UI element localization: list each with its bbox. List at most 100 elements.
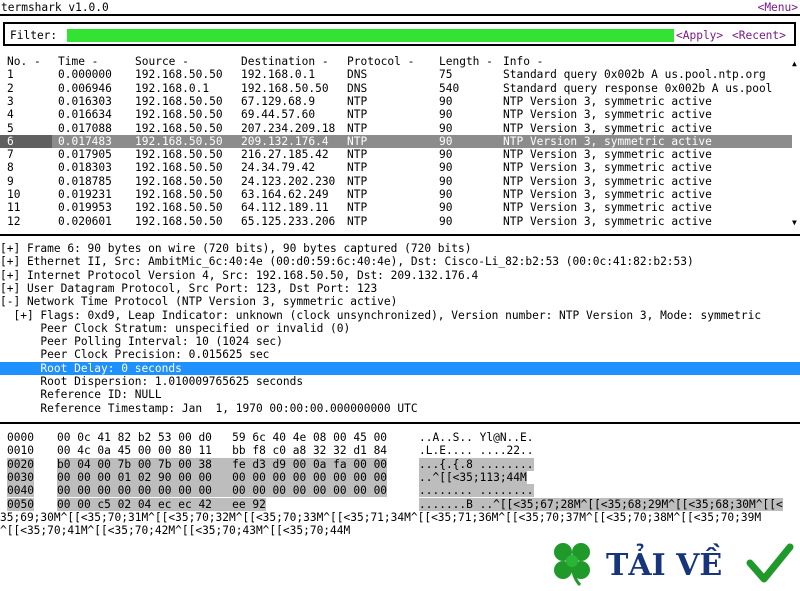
packet-cell: 0.017905 xyxy=(58,148,112,162)
menu-button[interactable]: <Menu> xyxy=(758,1,798,14)
column-header[interactable]: No. - xyxy=(0,55,52,68)
terminal-garbage-line: ^[[<35;70;41M^[[<35;70;42M^[[<35;70;43M^… xyxy=(0,524,351,538)
packet-cell: 12 xyxy=(7,214,21,228)
packet-cell: 192.168.50.50 xyxy=(135,108,223,122)
hex-offset: 0050 xyxy=(7,497,34,511)
apply-button[interactable]: <Apply> xyxy=(676,29,723,42)
packet-cell: 0.017483 xyxy=(58,134,112,148)
hex-bytes[interactable]: 00 00 00 00 00 00 00 00 00 00 00 00 00 0… xyxy=(57,484,388,498)
detail-tree-item[interactable]: [+] Flags: 0xd9, Leap Indicator: unknown… xyxy=(0,309,800,322)
packet-row[interactable]: 11 0.019953 192.168.50.50 64.112.189.11 NTP 9… xyxy=(0,201,792,214)
detail-tree-item[interactable]: Peer Clock Precision: 0.015625 sec xyxy=(0,348,800,361)
hex-offset: 0030 xyxy=(7,470,34,485)
hex-ascii[interactable]: ..A..S.. Yl@N..E. xyxy=(419,431,534,444)
scroll-down-icon[interactable]: ▼ xyxy=(792,216,797,229)
detail-tree-item[interactable]: [+] Internet Protocol Version 4, Src: 19… xyxy=(0,269,800,282)
packet-row[interactable]: 9 0.018785 192.168.50.50 24.123.202.230 NTP 9… xyxy=(0,175,792,188)
hex-bytes[interactable]: 00 4c 0a 45 00 00 80 11 bb f8 c0 a8 32 3… xyxy=(57,444,387,457)
packet-cell: NTP xyxy=(347,94,368,108)
packet-cell: NTP Version 3, symmetric active xyxy=(503,214,712,228)
packet-cell: 90 xyxy=(439,214,453,228)
packet-cell: 10 xyxy=(7,188,21,201)
hex-bytes[interactable]: 00 0c 41 82 b2 53 00 d0 59 6c 40 4e 08 0… xyxy=(57,431,387,444)
detail-tree-item[interactable]: [+] Ethernet II, Src: AmbitMic_6c:40:4e … xyxy=(0,255,800,268)
packet-cell: NTP Version 3, symmetric active xyxy=(503,174,712,188)
packet-cell: 540 xyxy=(439,81,460,95)
packet-row[interactable]: 7 0.017905 192.168.50.50 216.27.185.42 NTP 90… xyxy=(0,148,792,161)
detail-tree-item[interactable]: [-] Network Time Protocol (NTP Version 3… xyxy=(0,295,800,308)
packet-cell: 1 xyxy=(7,68,14,82)
app-title: termshark v1.0.0 xyxy=(1,1,109,14)
logo-graphic: TẢI VỀ xyxy=(554,543,794,587)
packet-row[interactable]: 3 0.016303 192.168.50.50 67.129.68.9 NTP 90 NT… xyxy=(0,95,792,108)
column-header[interactable]: Destination - xyxy=(241,55,329,68)
hex-ascii[interactable]: ...{.{.8 ........ xyxy=(419,457,534,471)
packet-cell: 90 xyxy=(439,134,453,148)
terminal-garbage-line: 35;69;30M^[[<35;70;31M^[[<35;70;32M^[[<3… xyxy=(0,510,762,524)
column-header[interactable]: Time - xyxy=(58,55,98,68)
hex-bytes[interactable]: 00 00 c5 02 04 ec ec 42 ee 92 xyxy=(57,497,266,511)
packet-cell: 90 xyxy=(439,148,453,162)
hex-bytes[interactable]: b0 04 00 7b 00 7b 00 38 fe d3 d9 00 0a f… xyxy=(57,457,388,471)
packet-cell: 63.164.62.249 xyxy=(241,188,329,201)
packet-cell: NTP Version 3, symmetric active xyxy=(503,108,712,122)
packet-row[interactable]: 8 0.018303 192.168.50.50 24.34.79.42 NTP 90 NT… xyxy=(0,161,792,174)
detail-tree-item[interactable]: [+] User Datagram Protocol, Src Port: 12… xyxy=(0,282,800,295)
packet-cell: 5 xyxy=(7,121,14,135)
packet-cell: NTP xyxy=(347,134,368,148)
logo-text: TẢI VỀ xyxy=(606,543,722,583)
packet-cell: 192.168.50.50 xyxy=(135,188,223,201)
packet-cell: 192.168.50.50 xyxy=(135,94,223,108)
detail-tree-item[interactable]: Peer Polling Interval: 10 (1024 sec) xyxy=(0,335,800,348)
packet-cell: 24.123.202.230 xyxy=(241,174,336,188)
packet-cell: NTP xyxy=(347,121,368,135)
packet-cell: 0.020601 xyxy=(58,214,112,228)
packet-cell: 67.129.68.9 xyxy=(241,94,316,108)
packet-row[interactable]: 2 0.006946 192.168.0.1 192.168.50.50 DNS 540 S… xyxy=(0,82,792,95)
packet-row[interactable]: 1 0.000000 192.168.50.50 192.168.0.1 DNS 75 St… xyxy=(0,68,792,81)
packet-cell: 75 xyxy=(439,68,453,82)
filter-input[interactable] xyxy=(67,29,674,42)
detail-tree-item[interactable]: Peer Clock Stratum: unspecified or inval… xyxy=(0,322,800,335)
column-header[interactable]: Info - xyxy=(503,55,543,68)
recent-button[interactable]: <Recent> xyxy=(732,29,786,42)
column-header[interactable]: Length - xyxy=(439,55,493,68)
packet-cell: DNS xyxy=(347,68,368,82)
hex-ascii[interactable]: .......B ..^[[<35;67;28M^[[<35;68;29M^[[… xyxy=(419,497,783,511)
packet-row[interactable]: 4 0.016634 192.168.50.50 69.44.57.60 NTP 90 NT… xyxy=(0,108,792,121)
packet-cell: 7 xyxy=(7,148,14,162)
packet-row[interactable]: 5 0.017088 192.168.50.50 207.234.209.18 NTP 9… xyxy=(0,122,792,135)
packet-cell: Standard query response 0x002b A us.pool xyxy=(503,81,773,95)
packet-row[interactable]: 10 0.019231 192.168.50.50 63.164.62.249 NTP 9… xyxy=(0,188,792,201)
column-header[interactable]: Source - xyxy=(135,55,189,68)
packet-row[interactable]: 6 0.017483 192.168.50.50 209.132.176.4 NTP 90… xyxy=(0,134,792,149)
hex-bytes[interactable]: 00 00 00 01 02 90 00 00 00 00 00 00 00 0… xyxy=(57,470,388,485)
scroll-up-icon[interactable]: ▲ xyxy=(792,57,797,70)
hex-ascii[interactable]: ........ ........ xyxy=(419,484,534,498)
packet-cell: 65.125.233.206 xyxy=(241,214,336,228)
packet-cell: 192.168.0.1 xyxy=(135,81,210,95)
packet-cell: 192.168.50.50 xyxy=(135,201,223,215)
packet-cell: 90 xyxy=(439,161,453,175)
detail-tree-item[interactable]: Reference Timestamp: Jan 1, 1970 00:00:0… xyxy=(0,402,800,415)
packet-cell: 192.168.0.1 xyxy=(241,68,316,82)
packet-cell: 90 xyxy=(439,201,453,215)
detail-tree-item[interactable]: Root Dispersion: 1.010009765625 seconds xyxy=(0,375,800,388)
packet-cell: NTP Version 3, symmetric active xyxy=(503,201,712,215)
hex-offset: 0010 xyxy=(7,444,34,458)
title-bar: termshark v1.0.0 <Menu> xyxy=(0,0,800,14)
hex-ascii[interactable]: ..^[[<35;113;44M xyxy=(419,470,527,485)
packet-cell: 0.018303 xyxy=(58,161,112,175)
packet-cell: NTP xyxy=(347,188,368,201)
hex-ascii[interactable]: .L.E.... ....22.. xyxy=(419,444,534,457)
packet-cell: 2 xyxy=(7,81,14,95)
packet-cell: 90 xyxy=(439,94,453,108)
column-header[interactable]: Protocol - xyxy=(347,55,414,68)
detail-tree-item[interactable]: Root Delay: 0 seconds xyxy=(0,361,800,375)
packet-cell: NTP xyxy=(347,161,368,175)
detail-tree-item[interactable]: [+] Frame 6: 90 bytes on wire (720 bits)… xyxy=(0,242,800,255)
packet-cell: 64.112.189.11 xyxy=(241,201,329,215)
detail-tree-item[interactable]: Reference ID: NULL xyxy=(0,388,800,401)
packet-row[interactable]: 12 0.020601 192.168.50.50 65.125.233.206 NTP… xyxy=(0,215,792,228)
packet-cell: 0.000000 xyxy=(58,68,112,82)
